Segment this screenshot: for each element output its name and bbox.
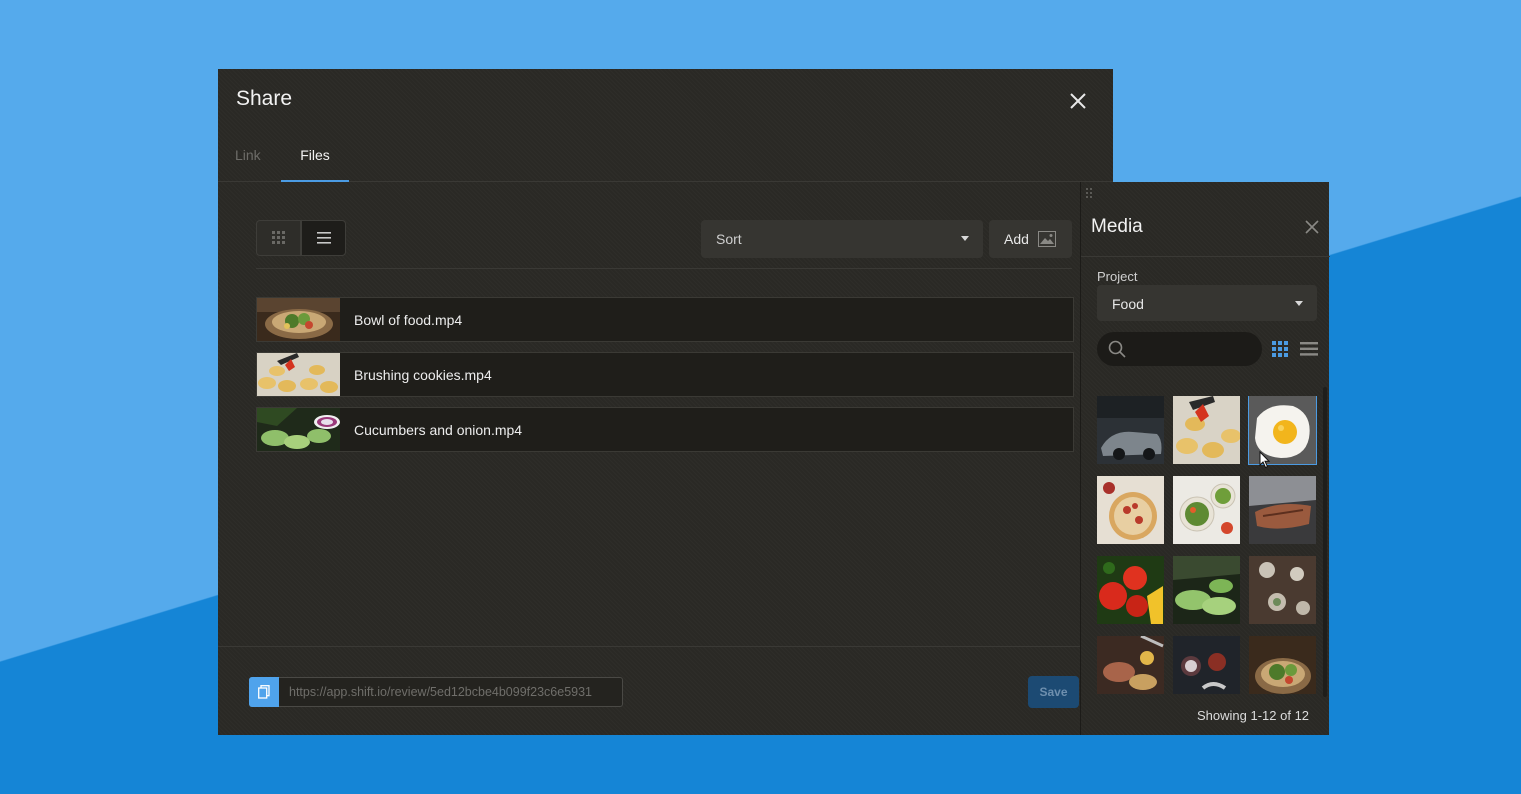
copy-button[interactable]: [249, 677, 279, 707]
sort-dropdown[interactable]: Sort: [701, 220, 983, 258]
grid-view-button[interactable]: [256, 220, 301, 256]
list-view-button[interactable]: [301, 220, 346, 256]
add-button[interactable]: Add: [989, 220, 1072, 258]
share-dialog: Share Link Files Sort Add Bowl of food.m…: [218, 69, 1113, 735]
media-thumbnail[interactable]: [1173, 396, 1240, 464]
search-icon: [1108, 340, 1126, 358]
tab-link[interactable]: Link: [235, 147, 261, 182]
media-thumbnail[interactable]: [1097, 556, 1164, 624]
tab-files[interactable]: Files: [281, 147, 349, 182]
view-toggle: [256, 220, 346, 256]
share-footer: https://app.shift.io/review/5ed12bcbe4b0…: [218, 646, 1080, 735]
file-name: Bowl of food.mp4: [354, 312, 463, 328]
media-scrollbar[interactable]: [1323, 387, 1327, 697]
media-title: Media: [1091, 216, 1143, 237]
close-icon[interactable]: [1303, 218, 1321, 236]
copy-icon: [258, 685, 270, 699]
media-thumbnail-selected[interactable]: [1248, 396, 1317, 465]
share-url-text: https://app.shift.io/review/5ed12bcbe4b0…: [289, 685, 593, 699]
file-thumbnail: [257, 408, 340, 451]
file-name: Brushing cookies.mp4: [354, 367, 492, 383]
grid-icon: [271, 231, 285, 244]
files-content: Sort Add Bowl of food.mp4 Brushing cooki…: [218, 182, 1080, 646]
media-thumbnail[interactable]: [1173, 476, 1240, 544]
search-input[interactable]: [1097, 332, 1262, 366]
media-thumbnail[interactable]: [1249, 556, 1316, 624]
file-row[interactable]: Brushing cookies.mp4: [256, 352, 1074, 397]
file-row[interactable]: Cucumbers and onion.mp4: [256, 407, 1074, 452]
close-icon[interactable]: [1066, 89, 1090, 113]
media-thumbnail[interactable]: [1249, 636, 1316, 694]
add-label: Add: [1004, 231, 1029, 247]
media-thumbnail[interactable]: [1173, 636, 1240, 694]
media-thumbnail[interactable]: [1173, 556, 1240, 624]
media-panel: Media Project Food Showing 1-12 of 12: [1080, 182, 1330, 735]
file-row[interactable]: Bowl of food.mp4: [256, 297, 1074, 342]
chevron-down-icon: [1295, 301, 1303, 306]
share-url-field[interactable]: https://app.shift.io/review/5ed12bcbe4b0…: [249, 677, 623, 707]
file-thumbnail: [257, 353, 340, 396]
grid-view-icon[interactable]: [1272, 341, 1288, 357]
project-value: Food: [1112, 296, 1144, 312]
tab-bar: Link Files: [218, 139, 1113, 182]
file-thumbnail: [257, 298, 340, 341]
share-title: Share: [236, 87, 293, 110]
media-thumbnail[interactable]: [1249, 476, 1316, 544]
media-thumbnail[interactable]: [1097, 476, 1164, 544]
save-button[interactable]: Save: [1028, 676, 1079, 708]
file-name: Cucumbers and onion.mp4: [354, 422, 523, 438]
list-icon: [316, 232, 331, 244]
image-icon: [1038, 231, 1056, 247]
chevron-down-icon: [961, 236, 969, 241]
list-view-icon[interactable]: [1300, 342, 1318, 356]
project-label: Project: [1097, 269, 1138, 284]
toolbar-divider: [256, 268, 1072, 269]
media-thumbnail-grid: [1097, 396, 1322, 694]
project-dropdown[interactable]: Food: [1097, 285, 1317, 321]
sort-label: Sort: [716, 231, 742, 247]
media-thumbnail[interactable]: [1097, 396, 1164, 464]
drag-handle-icon[interactable]: [1086, 188, 1092, 198]
pagination-status: Showing 1-12 of 12: [1197, 708, 1310, 723]
media-divider: [1081, 256, 1330, 257]
media-thumbnail[interactable]: [1097, 636, 1164, 694]
